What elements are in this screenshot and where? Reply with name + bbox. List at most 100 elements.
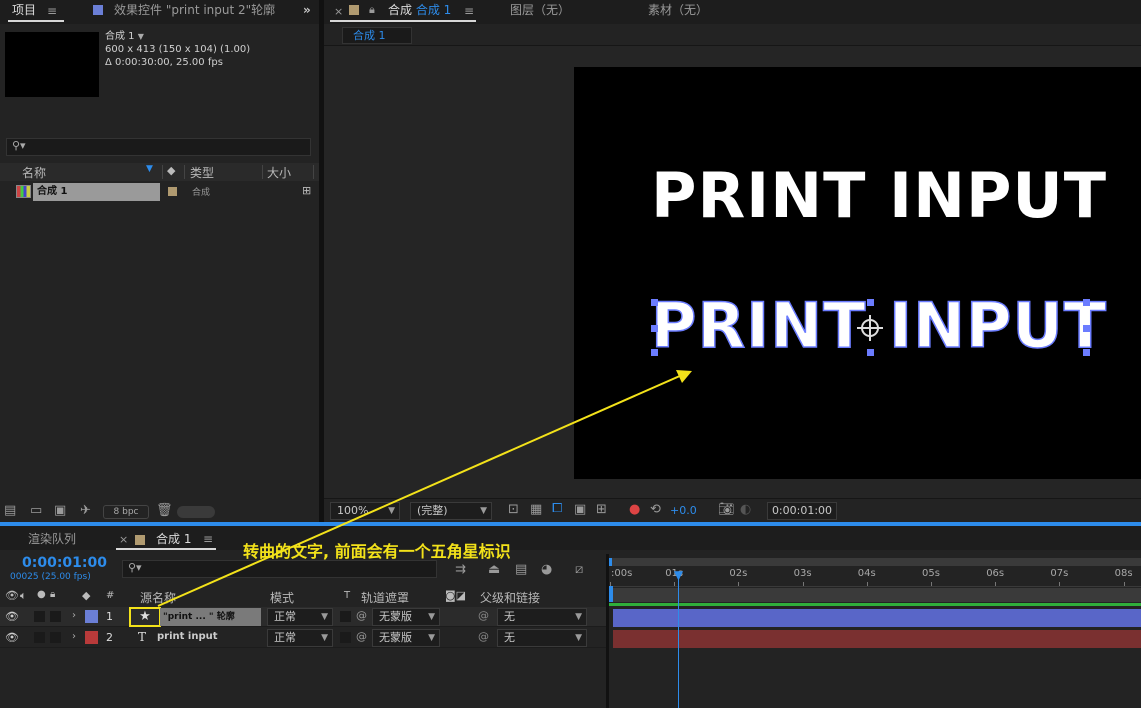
region-of-interest-icon[interactable]: ▣ (574, 502, 586, 517)
mask-visibility-icon[interactable]: ⧠ (552, 501, 562, 516)
breadcrumb[interactable]: 合成 1 (342, 27, 412, 44)
col-source-name[interactable]: 源名称 (140, 589, 176, 606)
trash-icon[interactable]: 🗑 (156, 503, 173, 518)
eye-icon[interactable]: 👁︎ (5, 589, 19, 602)
canvas-text-solid[interactable]: PRINT INPUT (651, 159, 1107, 232)
playhead-icon[interactable]: ▼ (671, 568, 686, 582)
label-color-swatch[interactable] (168, 187, 177, 196)
col-parent[interactable]: 父级和链接 (480, 589, 540, 606)
shy-layers-icon[interactable]: ⏏ (488, 562, 500, 577)
track-matte-dropdown[interactable]: 无蒙版 ▼ (372, 629, 440, 647)
composition-flowchart-icon[interactable]: ⇉ (455, 562, 466, 577)
layer-row[interactable]: 👁︎ › 1 ★ "print ... " 轮廓 正常 ▼ @ 无蒙版 ▼ @ 无 ▼ (0, 607, 606, 627)
close-icon[interactable]: × (119, 530, 128, 554)
col-track-matte[interactable]: 轨道遮罩 (361, 589, 409, 606)
label-tag-icon[interactable]: ◆ (82, 589, 90, 602)
snapshot-camera-icon[interactable]: 📷︎ (718, 502, 735, 517)
panel-menu-icon[interactable]: ≡ (47, 4, 57, 18)
interpret-footage-icon[interactable]: ▤ (4, 503, 16, 518)
layer-label-color[interactable] (85, 631, 98, 644)
parent-dropdown[interactable]: 无 ▼ (497, 629, 587, 647)
close-icon[interactable]: × (334, 2, 343, 26)
sort-desc-icon[interactable]: ▼ (146, 164, 153, 174)
preserve-transparency-box[interactable] (340, 611, 351, 622)
new-composition-icon[interactable]: ▣ (54, 503, 66, 518)
anchor-point-icon[interactable] (857, 315, 883, 341)
layer-mode-dropdown[interactable]: 正常 ▼ (267, 608, 333, 626)
time-ruler[interactable]: :00s 01s 02s 03s 04s 05s 06s 07s 08s (609, 568, 1141, 586)
transform-handle[interactable] (1083, 299, 1090, 306)
tab-footage[interactable]: 素材（无） (648, 0, 708, 24)
channel-rgb-icon[interactable]: ● (629, 502, 640, 517)
parent-dropdown[interactable]: 无 ▼ (497, 608, 587, 626)
show-snapshot-icon[interactable]: ◐ (740, 502, 751, 517)
panel-menu-icon[interactable]: ≡ (203, 532, 213, 546)
lock-icon[interactable]: 🔒︎ (50, 589, 55, 600)
lock-box[interactable] (50, 632, 61, 643)
exposure-value[interactable]: +0.0 (670, 504, 697, 517)
current-timecode[interactable]: 0:00:01:00 (22, 555, 107, 571)
layer-name[interactable]: "print ... " 轮廓 (160, 608, 261, 626)
bit-depth-button[interactable]: 8 bpc (103, 505, 149, 519)
lock-box[interactable] (50, 611, 61, 622)
preserve-transparency-box[interactable] (340, 632, 351, 643)
chevron-right-icon[interactable]: › (72, 610, 76, 621)
layer-duration-bar[interactable] (613, 609, 1141, 627)
flowchart-icon[interactable]: ⊞ (302, 184, 311, 197)
comp-viewer[interactable]: PRINT INPUT PRINT INPUT (324, 46, 1141, 498)
solo-box[interactable] (34, 632, 45, 643)
col-mode[interactable]: 模式 (270, 589, 294, 606)
track-matte-dropdown[interactable]: 无蒙版 ▼ (372, 608, 440, 626)
eye-icon[interactable]: 👁︎ (5, 631, 19, 644)
motion-blur-icon[interactable]: ◕ (541, 562, 552, 577)
col-name[interactable]: 名称 (22, 164, 46, 181)
solo-icon[interactable]: ● (37, 589, 46, 600)
new-folder-icon[interactable]: ▭ (30, 503, 42, 518)
label-tag-icon[interactable]: ◆ (167, 164, 175, 177)
layer-search-input[interactable]: ⚲▾ (122, 560, 437, 578)
solo-box[interactable] (34, 611, 45, 622)
canvas-text-outline[interactable]: PRINT INPUT (650, 288, 1107, 363)
work-area-bar[interactable] (609, 558, 1141, 566)
pick-whip-icon[interactable]: @ (478, 630, 489, 643)
layer-label-color[interactable] (85, 610, 98, 623)
zoom-dropdown[interactable]: 100% ▼ (330, 502, 400, 520)
pick-whip-icon[interactable]: @ (478, 609, 489, 622)
col-type[interactable]: 类型 (190, 164, 214, 181)
project-scroll-slider[interactable] (177, 506, 215, 518)
resolution-dropdown[interactable]: (完整) ▼ (410, 502, 492, 520)
transform-handle[interactable] (867, 299, 874, 306)
layer-mode-dropdown[interactable]: 正常 ▼ (267, 629, 333, 647)
transparency-grid-icon[interactable]: ▦ (530, 502, 542, 517)
spiral-link-icon[interactable]: @ (356, 630, 367, 643)
layer-name[interactable]: print input (157, 631, 218, 642)
panel-overflow-icon[interactable]: » (303, 0, 311, 24)
eye-icon[interactable]: 👁︎ (5, 610, 19, 623)
project-search-input[interactable]: ⚲▾ (6, 138, 311, 156)
graph-editor-icon[interactable]: ⧄ (575, 562, 583, 577)
tab-effect-controls[interactable]: 效果控件 "print input 2"轮廓 (114, 0, 275, 24)
grid-guides-icon[interactable]: ⊞ (596, 502, 607, 517)
transform-handle[interactable] (651, 349, 658, 356)
audio-icon[interactable]: 🔈︎ (20, 589, 27, 603)
transform-handle[interactable] (651, 299, 658, 306)
layer-row[interactable]: 👁︎ › 2 T print input 正常 ▼ @ 无蒙版 ▼ @ 无 ▼ (0, 628, 606, 648)
tab-render-queue[interactable]: 渲染队列 (28, 529, 76, 553)
viewer-timecode[interactable]: 0:00:01:00 (767, 502, 837, 520)
tab-layer[interactable]: 图层（无） (510, 0, 570, 24)
work-area-start[interactable] (609, 558, 612, 566)
panel-menu-icon[interactable]: ≡ (464, 4, 474, 18)
chevron-right-icon[interactable]: › (72, 631, 76, 642)
render-icon[interactable]: ✈ (80, 503, 91, 518)
transform-handle[interactable] (651, 325, 658, 332)
transform-handle[interactable] (867, 349, 874, 356)
col-size[interactable]: 大小 (267, 164, 291, 181)
transform-handle[interactable] (1083, 325, 1090, 332)
project-item-row[interactable]: 合成 1 合成 ⊞ (0, 183, 319, 201)
matte-toggle-icon[interactable]: ◙◪ (445, 589, 466, 602)
chevron-down-icon[interactable]: ▼ (138, 32, 144, 41)
comp-canvas[interactable]: PRINT INPUT PRINT INPUT (574, 67, 1141, 479)
frame-blending-icon[interactable]: ▤ (515, 562, 527, 577)
spiral-link-icon[interactable]: @ (356, 609, 367, 622)
layer-duration-bar[interactable] (613, 630, 1141, 648)
